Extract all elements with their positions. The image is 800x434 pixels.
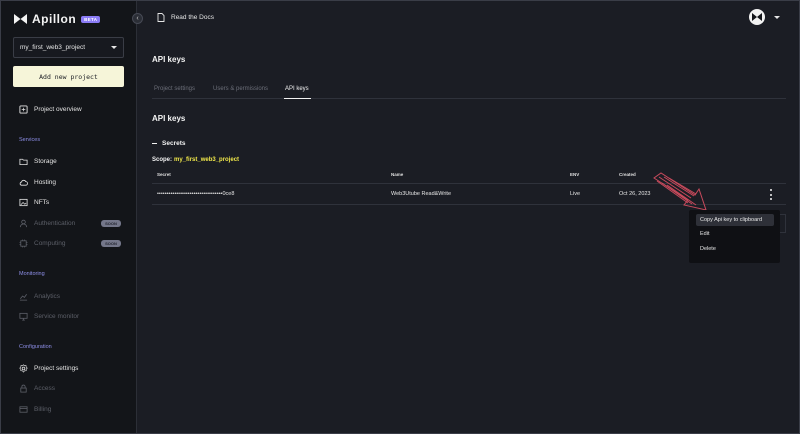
folder-icon xyxy=(19,157,28,166)
project-selector-value: my_first_web3_project xyxy=(20,44,86,51)
sidebar-item-label: Project settings xyxy=(34,365,79,372)
scope-label: Scope: my_first_web3_project xyxy=(152,157,239,163)
tab-users-permissions[interactable]: Users & permissions xyxy=(213,86,268,92)
sidebar-item-authentication: Authentication xyxy=(19,219,75,228)
column-env: ENV xyxy=(570,172,580,177)
tab-api-keys[interactable]: API keys xyxy=(285,86,309,92)
section-label-services: Services xyxy=(19,137,41,143)
page-title: API keys xyxy=(152,55,186,64)
read-the-docs-label: Read the Docs xyxy=(171,14,214,21)
user-icon xyxy=(19,219,28,228)
chevron-down-icon[interactable] xyxy=(774,16,780,19)
sidebar-item-service-monitor: Service monitor xyxy=(19,312,79,321)
annotation-arrow-icon xyxy=(653,172,707,211)
add-project-button[interactable]: Add new project xyxy=(13,66,124,87)
sidebar: Apillon BETA my_first_web3_project Add n… xyxy=(0,0,137,434)
key-name: Web3Utube Read&Write xyxy=(391,191,452,197)
gear-icon xyxy=(19,364,28,373)
monitor-icon xyxy=(19,312,28,321)
sidebar-item-billing: Billing xyxy=(19,405,51,414)
delete-menu-item[interactable]: Delete xyxy=(700,246,716,252)
sidebar-item-label: Authentication xyxy=(34,220,76,227)
scope-prefix: Scope: xyxy=(152,157,173,163)
secret-value: ••••••••••••••••••••••••••••••••••0ce8 xyxy=(157,191,235,197)
settings-tabs: Project settings Users & permissions API… xyxy=(152,84,786,99)
chart-icon xyxy=(19,292,28,301)
logo-text: Apillon xyxy=(32,12,77,26)
bowtie-avatar-icon xyxy=(752,13,762,21)
lock-icon xyxy=(19,384,28,393)
chevron-down-icon xyxy=(111,46,117,49)
sidebar-item-project-overview[interactable]: Project overview xyxy=(19,105,82,114)
secrets-toggle[interactable]: Secrets xyxy=(152,140,186,147)
sidebar-item-access: Access xyxy=(19,384,55,393)
section-label-configuration: Configuration xyxy=(19,344,52,350)
section-title: API keys xyxy=(152,114,186,123)
column-created: Created xyxy=(619,172,636,177)
read-the-docs-link[interactable]: Read the Docs xyxy=(157,13,214,22)
sidebar-item-label: Computing xyxy=(34,240,66,247)
column-secret: Secret xyxy=(157,172,171,177)
bowtie-logo-icon xyxy=(14,14,27,24)
sidebar-item-label: Storage xyxy=(34,158,57,165)
soon-badge: SOON xyxy=(101,240,121,247)
sidebar-item-label: NFTs xyxy=(34,199,50,206)
edit-menu-item[interactable]: Edit xyxy=(700,231,709,237)
created-date: Oct 26, 2023 xyxy=(619,191,651,197)
sidebar-item-storage[interactable]: Storage xyxy=(19,157,57,166)
document-icon xyxy=(157,13,165,22)
sidebar-item-label: Hosting xyxy=(34,179,57,186)
active-tab-indicator xyxy=(284,98,311,99)
scope-value: my_first_web3_project xyxy=(174,157,240,163)
project-selector[interactable]: my_first_web3_project xyxy=(13,37,124,58)
sidebar-item-hosting[interactable]: Hosting xyxy=(19,178,56,187)
beta-badge: BETA xyxy=(81,15,101,23)
secrets-label: Secrets xyxy=(162,140,186,147)
sidebar-item-label: Analytics xyxy=(34,293,61,300)
sidebar-item-computing: Computing xyxy=(19,239,65,248)
overview-icon xyxy=(19,105,28,114)
cloud-icon xyxy=(19,178,28,187)
env-value: Live xyxy=(570,191,581,197)
chevron-left-icon: ‹ xyxy=(136,15,139,22)
sidebar-item-label: Access xyxy=(34,385,55,392)
tab-project-settings[interactable]: Project settings xyxy=(154,86,195,92)
sidebar-item-label: Billing xyxy=(34,406,52,413)
sidebar-item-label: Project overview xyxy=(34,106,82,113)
sidebar-item-project-settings[interactable]: Project settings xyxy=(19,364,78,373)
row-context-menu: Copy Api key to clipboard Edit Delete xyxy=(689,210,780,263)
sidebar-item-label: Service monitor xyxy=(34,313,80,320)
column-name: Name xyxy=(391,172,404,177)
chip-icon xyxy=(19,239,28,248)
collapse-sidebar-button[interactable]: ‹ xyxy=(132,13,143,24)
avatar[interactable] xyxy=(749,9,765,25)
image-icon xyxy=(19,198,28,207)
collapse-icon xyxy=(152,143,157,144)
menu-shadow-edge xyxy=(780,214,786,233)
apillon-logo[interactable]: Apillon BETA xyxy=(14,12,101,26)
sidebar-item-nfts[interactable]: NFTs xyxy=(19,198,49,207)
section-label-monitoring: Monitoring xyxy=(19,271,45,277)
row-actions-kebab-icon[interactable] xyxy=(768,189,774,200)
soon-badge: SOON xyxy=(101,220,121,227)
card-icon xyxy=(19,405,28,414)
sidebar-item-analytics: Analytics xyxy=(19,292,60,301)
copy-api-key-menu-item[interactable]: Copy Api key to clipboard xyxy=(696,214,774,226)
